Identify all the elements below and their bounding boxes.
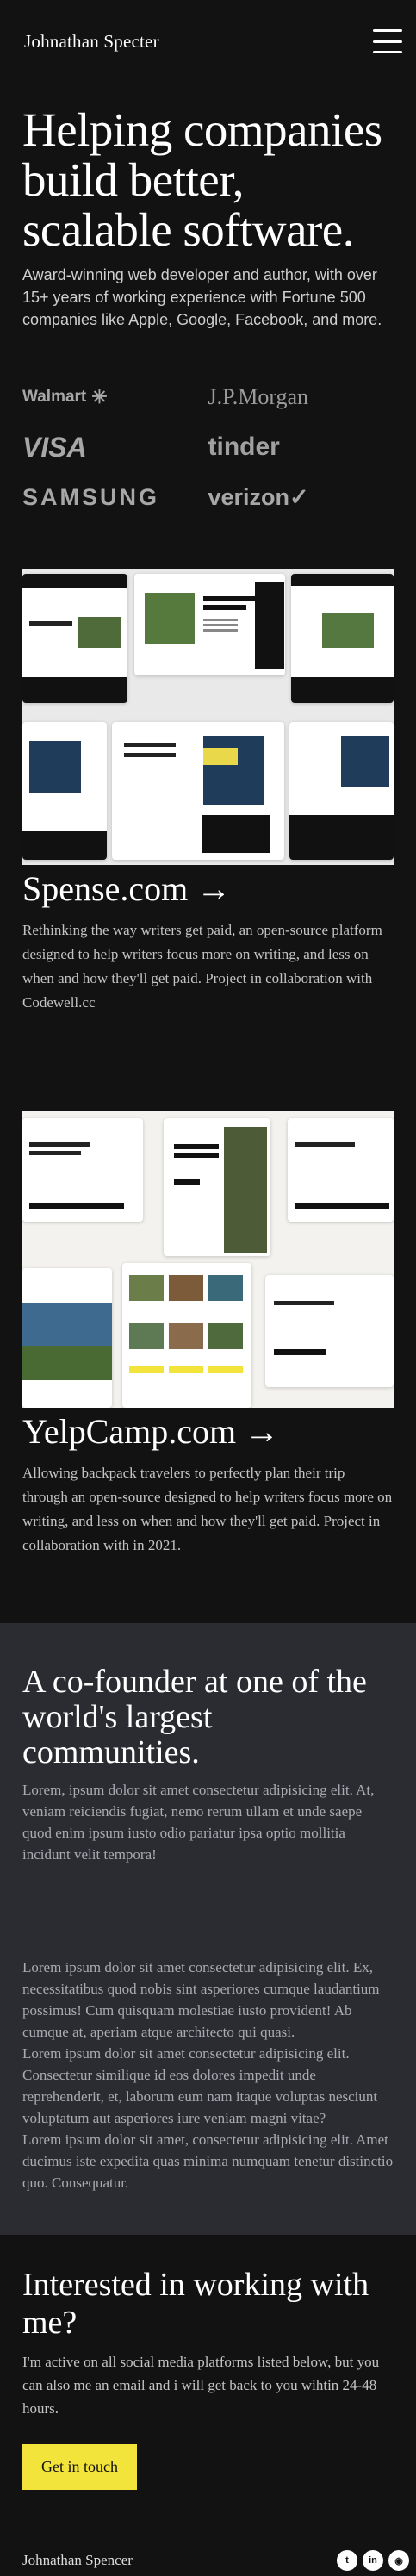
footer-name: Johnathan Spencer bbox=[22, 2552, 133, 2568]
jpmorgan-logo: J.P.Morgan bbox=[208, 384, 309, 409]
community-title: A co-founder at one of the world's large… bbox=[22, 1664, 367, 1770]
contact-title: Interested in working with me? bbox=[22, 2267, 369, 2341]
hero: Helping companies build better, scalable… bbox=[0, 83, 416, 331]
community-paragraph: Lorem ipsum dolor sit amet, consectetur … bbox=[22, 2131, 394, 2191]
visa-logo: VISA bbox=[22, 431, 87, 463]
contact-text: I'm active on all social media platforms… bbox=[22, 2354, 380, 2417]
spense-preview-image[interactable] bbox=[22, 569, 394, 865]
github-icon[interactable]: ◉ bbox=[388, 2550, 409, 2571]
hero-subtitle: Award-winning web developer and author, … bbox=[22, 266, 382, 328]
community-paragraph: Lorem ipsum dolor sit amet consectetur a… bbox=[22, 1959, 380, 2040]
get-in-touch-button[interactable]: Get in touch bbox=[22, 2444, 137, 2490]
community-paragraph: Lorem, ipsum dolor sit amet consectetur … bbox=[22, 1782, 375, 1863]
page: Johnathan Specter Helping companies buil… bbox=[0, 0, 416, 2576]
verizon-logo: verizon ✓ bbox=[208, 483, 309, 510]
site-footer: Johnathan Spencer t in ◉ bbox=[0, 2545, 416, 2576]
hamburger-menu-icon[interactable] bbox=[373, 27, 402, 56]
social-links: t in ◉ bbox=[337, 2550, 409, 2571]
hero-title: Helping companies build better, scalable… bbox=[22, 103, 382, 256]
community-paragraph: Lorem ipsum dolor sit amet consectetur a… bbox=[22, 2045, 378, 2126]
project-title[interactable]: Spense.com → bbox=[22, 867, 394, 912]
project-spense: Spense.com → Rethinking the way writers … bbox=[0, 569, 416, 1015]
samsung-logo: SAMSUNG bbox=[22, 483, 160, 510]
site-header: Johnathan Specter bbox=[0, 0, 416, 83]
project-title[interactable]: YelpCamp.com → bbox=[22, 1409, 394, 1454]
brand-name[interactable]: Johnathan Specter bbox=[24, 31, 159, 53]
community-section: A co-founder at one of the world's large… bbox=[0, 1623, 416, 2235]
tinder-logo: tinder bbox=[208, 432, 280, 461]
walmart-logo: Walmart ✳ bbox=[22, 386, 108, 408]
yelpcamp-preview-image[interactable] bbox=[22, 1111, 394, 1408]
twitter-icon[interactable]: t bbox=[337, 2550, 357, 2571]
contact-section: Interested in working with me? I'm activ… bbox=[0, 2235, 416, 2490]
project-description: Rethinking the way writers get paid, an … bbox=[22, 922, 382, 1011]
linkedin-icon[interactable]: in bbox=[363, 2550, 383, 2571]
project-yelpcamp: YelpCamp.com → Allowing backpack travele… bbox=[0, 1111, 416, 1558]
project-description: Allowing backpack travelers to perfectly… bbox=[22, 1465, 393, 1553]
client-logos: Walmart ✳ J.P.Morgan VISA tinder SAMSUNG … bbox=[0, 331, 416, 512]
